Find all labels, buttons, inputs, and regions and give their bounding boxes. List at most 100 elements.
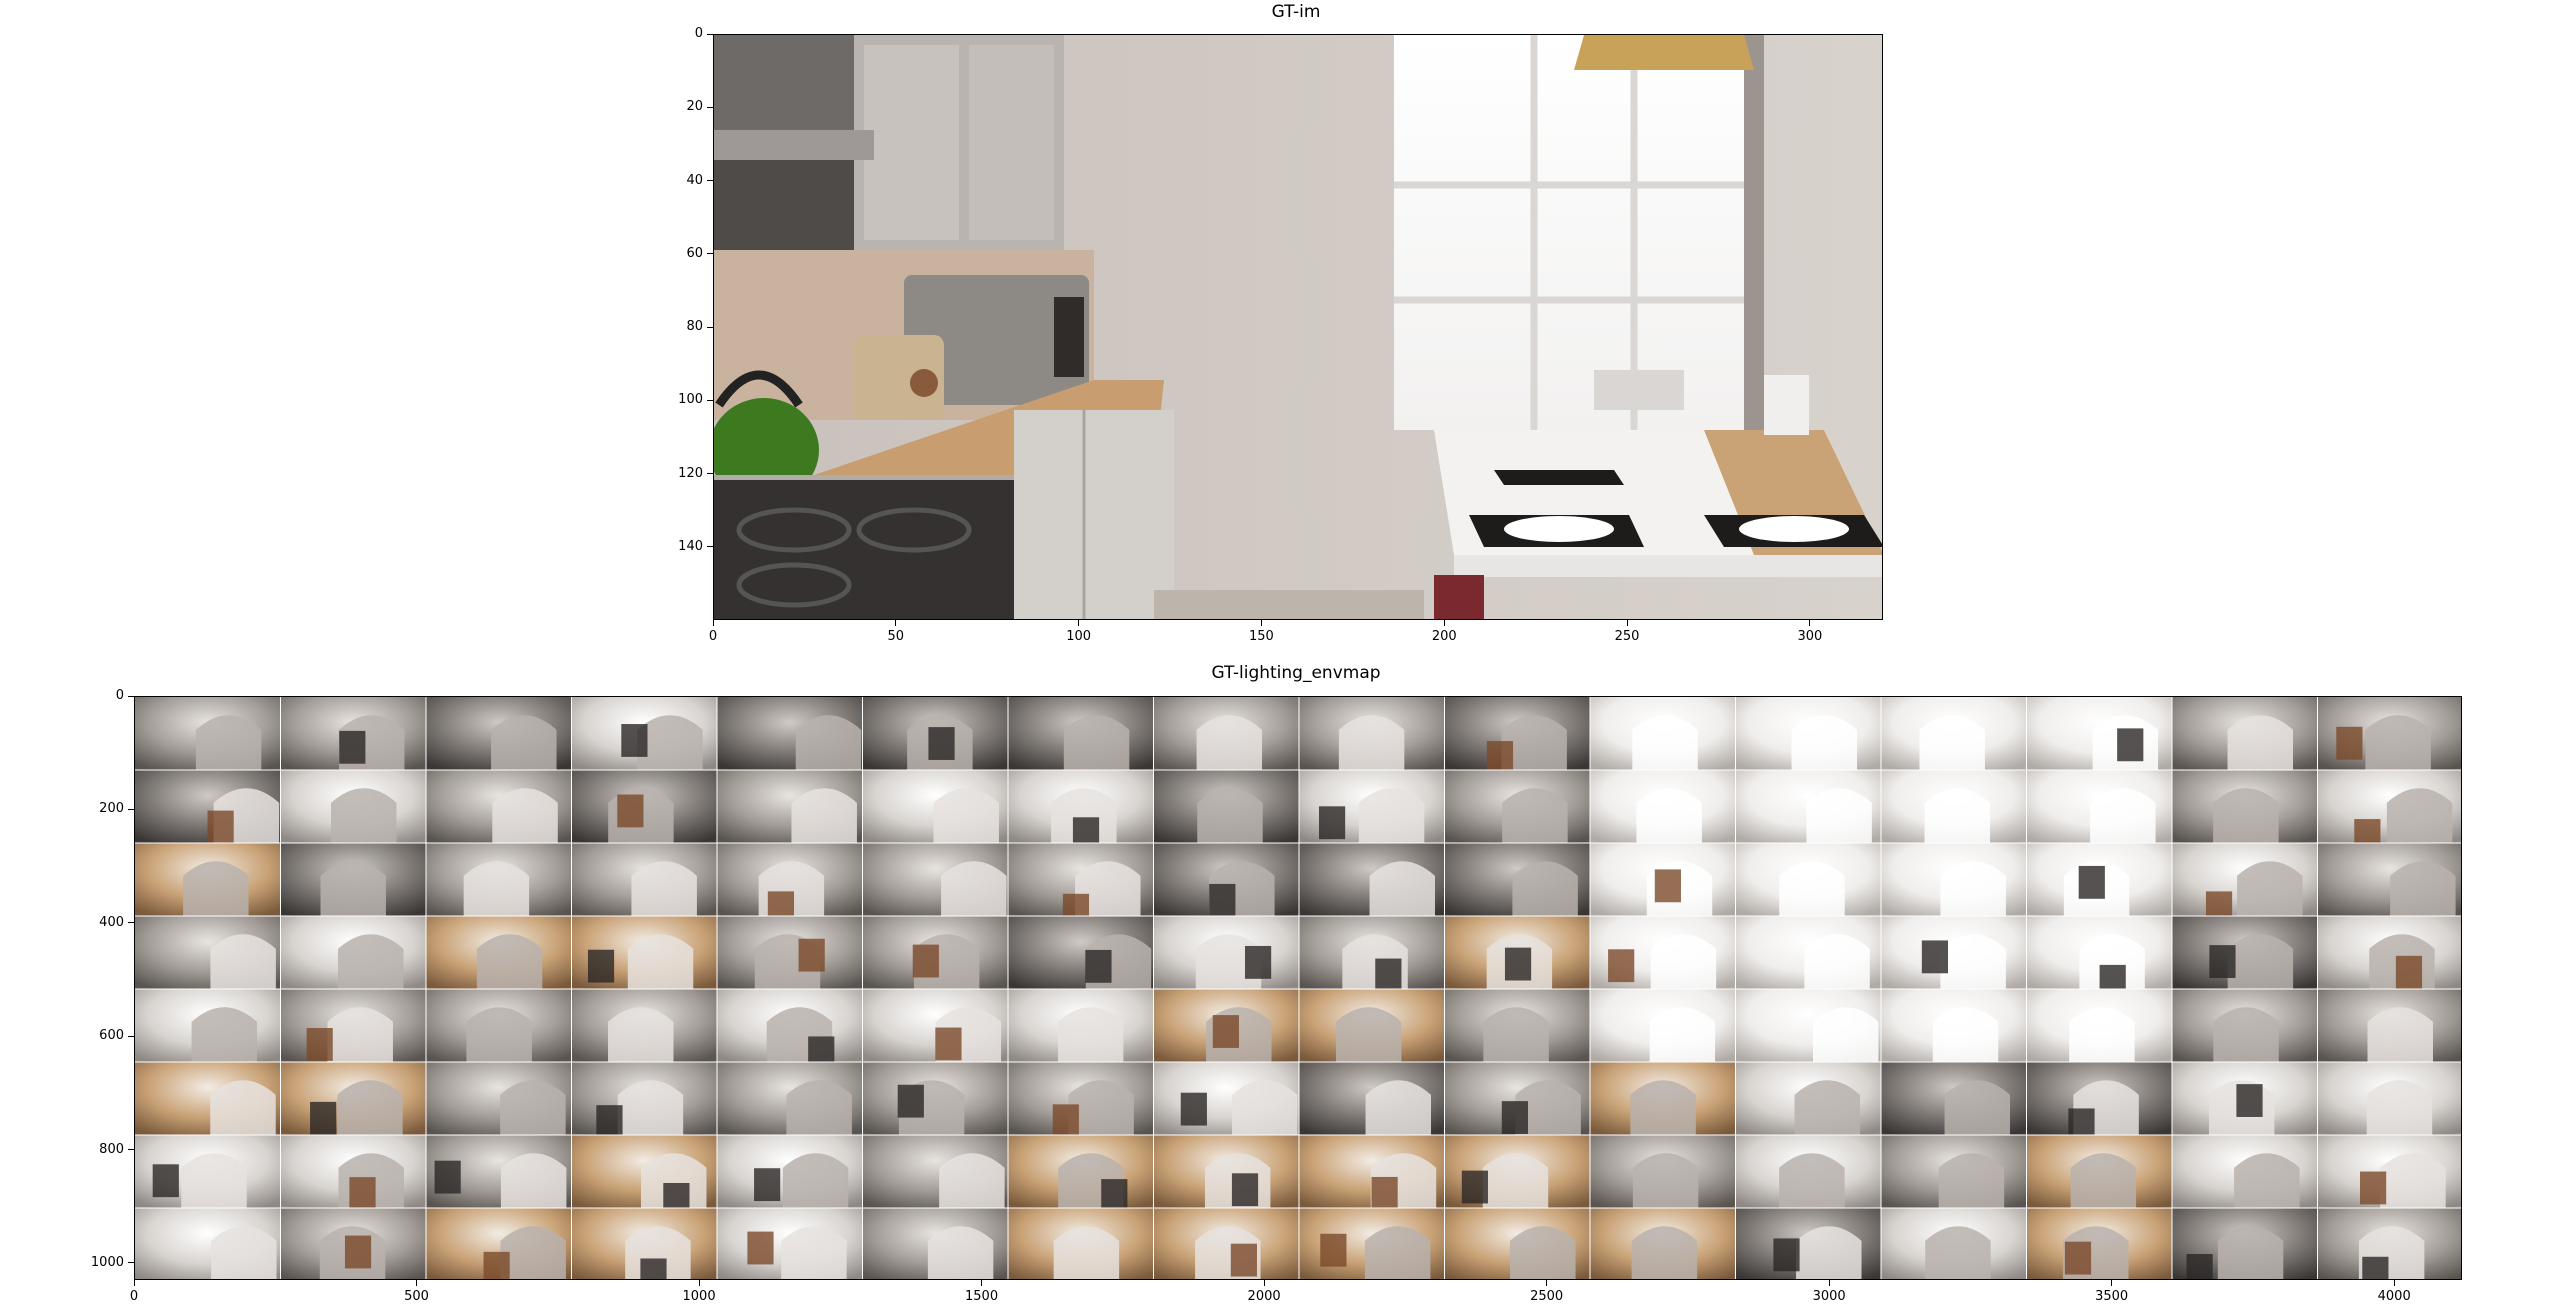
x-tick-label: 2500 (1530, 1289, 1564, 1304)
y-tick-label: 1000 (90, 1254, 124, 1270)
envmap-dome (1197, 788, 1263, 843)
x-tick (1546, 1280, 1548, 1286)
chart-title-gt-lighting-envmap: GT-lighting_envmap (1211, 663, 1381, 683)
envmap-dome (791, 788, 857, 843)
envmap-dome (1063, 715, 1130, 770)
envmap-dome (1940, 861, 2006, 916)
envmap-detail (2117, 728, 2144, 762)
x-tick (1260, 620, 1262, 626)
envmap-grid (135, 697, 2461, 1279)
x-tick-label: 0 (129, 1289, 139, 1304)
envmap-detail (306, 1028, 333, 1061)
envmap-dome (2366, 1080, 2433, 1135)
y-tick (128, 1262, 134, 1264)
axes-gt-im (713, 34, 1883, 620)
envmap-dome (2234, 1153, 2300, 1208)
envmap-dome (1365, 1080, 1432, 1135)
x-tick-label: 500 (404, 1289, 429, 1304)
y-tick (128, 922, 134, 924)
envmap-detail (2336, 726, 2363, 760)
envmap-dome (1806, 788, 1872, 843)
envmap-detail (344, 1235, 372, 1269)
envmap-detail (1486, 741, 1514, 774)
envmap-detail (1231, 1173, 1259, 1207)
y-tick-label: 800 (99, 1141, 124, 1157)
y-tick-label: 100 (678, 392, 703, 408)
y-tick-label: 0 (694, 26, 703, 41)
envmap-dome (1794, 1080, 1861, 1135)
envmap-dome (1796, 1226, 1862, 1279)
envmap-dome (1335, 1007, 1402, 1062)
envmap-detail (1654, 869, 1681, 903)
envmap-dome (795, 715, 862, 770)
envmap-dome (2090, 788, 2156, 843)
x-tick-label: 200 (1431, 629, 1457, 644)
envmap-dome (1932, 1007, 1999, 1062)
x-tick-label: 3000 (1812, 1289, 1846, 1304)
envmap-detail (483, 1251, 510, 1279)
x-tick-label: 1000 (682, 1289, 716, 1304)
envmap-dome (631, 861, 697, 916)
envmap-dome (2217, 1226, 2284, 1279)
y-tick (128, 1149, 134, 1151)
y-tick-label: 80 (686, 319, 703, 334)
envmap-dome (2365, 715, 2431, 770)
envmap-dome (786, 1080, 852, 1135)
x-tick-label: 0 (708, 629, 718, 644)
x-tick (698, 1280, 700, 1286)
envmap-dome (933, 788, 999, 843)
envmap-dome (337, 1080, 403, 1135)
envmap-detail (1461, 1170, 1488, 1204)
envmap-dome (2390, 861, 2456, 916)
envmap-dome (2213, 788, 2279, 843)
envmap-dome (1630, 1080, 1696, 1135)
envmap-detail (621, 724, 648, 757)
envmap-dome (2227, 715, 2294, 770)
envmap-detail (2360, 1171, 2387, 1205)
envmap-dome (466, 1007, 532, 1062)
y-tick (128, 808, 134, 810)
y-tick-label: 200 (99, 801, 124, 817)
envmap-dome (1053, 1226, 1120, 1279)
envmap-dome (463, 861, 530, 916)
envmap-dome (2069, 1007, 2135, 1062)
envmap-detail (1608, 949, 1635, 983)
envmap-dome (608, 1007, 674, 1062)
envmap-dome (2213, 1007, 2279, 1062)
envmap-dome (1779, 861, 1845, 916)
envmap-dome (939, 1153, 1005, 1208)
envmap-detail (1318, 806, 1346, 840)
x-tick-label: 2000 (1247, 1289, 1281, 1304)
envmap-dome (1940, 934, 2006, 989)
envmap-dome (1938, 1153, 2005, 1208)
y-tick (707, 33, 713, 35)
envmap-dome (1358, 788, 1425, 843)
envmap-dome (1944, 1080, 2011, 1135)
envmap-detail (2186, 1254, 2213, 1279)
envmap-detail (1501, 1101, 1528, 1134)
envmap-dome (476, 934, 543, 989)
envmap-detail (1230, 1243, 1257, 1277)
envmap-dome (181, 1153, 247, 1208)
envmap-detail (754, 1168, 781, 1202)
envmap-dome (1364, 1226, 1431, 1279)
x-tick (981, 1280, 983, 1286)
envmap-detail (1371, 1176, 1398, 1210)
envmap-dome (500, 1080, 566, 1135)
envmap-detail (897, 1084, 924, 1118)
envmap-dome (327, 1007, 393, 1062)
envmap-detail (747, 1231, 774, 1265)
envmap-detail (1052, 1104, 1079, 1138)
envmap-dome (1791, 715, 1858, 770)
x-tick-label: 100 (1066, 629, 1092, 644)
envmap-dome (1483, 1007, 1549, 1062)
envmap-dome (2380, 1153, 2446, 1208)
envmap-detail (928, 727, 955, 760)
envmap-dome (1510, 1226, 1576, 1279)
envmap-dome (1804, 934, 1870, 989)
envmap-detail (2362, 1256, 2389, 1279)
envmap-dome (2237, 861, 2303, 916)
envmap-dome (1924, 788, 1991, 843)
x-tick (416, 1280, 418, 1286)
y-tick (707, 473, 713, 474)
